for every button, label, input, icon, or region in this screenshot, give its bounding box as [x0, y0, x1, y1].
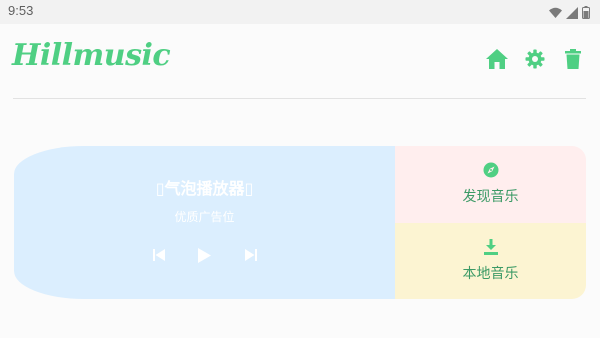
wifi-icon — [549, 4, 562, 23]
home-card: ▯气泡播放器▯ 优质广告位 发现音乐 本地音乐 — [14, 146, 586, 299]
status-time: 9:53 — [8, 3, 34, 18]
skip-previous-icon[interactable] — [150, 246, 168, 264]
play-icon[interactable] — [196, 246, 214, 264]
compass-icon — [483, 162, 499, 182]
player-title: ▯气泡播放器▯ — [155, 179, 254, 198]
header-divider — [13, 98, 586, 99]
status-icons — [549, 4, 590, 23]
signal-icon — [566, 4, 578, 23]
side-panel: 发现音乐 本地音乐 — [395, 146, 586, 299]
discover-music-label: 发现音乐 — [462, 189, 519, 206]
header-actions — [486, 48, 584, 70]
local-music-label: 本地音乐 — [462, 265, 519, 282]
local-music-button[interactable]: 本地音乐 — [395, 222, 586, 299]
home-icon[interactable] — [486, 48, 508, 70]
app-logo: Hillmusic — [12, 38, 171, 73]
settings-icon[interactable] — [524, 48, 546, 70]
trash-icon[interactable] — [562, 48, 584, 70]
app-header: Hillmusic — [0, 24, 600, 98]
battery-icon — [582, 4, 590, 23]
status-bar: 9:53 — [0, 0, 600, 24]
skip-next-icon[interactable] — [242, 246, 260, 264]
player-panel: ▯气泡播放器▯ 优质广告位 — [14, 146, 395, 299]
ad-slot-label: 优质广告位 — [174, 210, 235, 224]
player-controls — [14, 246, 395, 264]
download-icon — [483, 238, 498, 259]
discover-music-button[interactable]: 发现音乐 — [395, 146, 586, 223]
